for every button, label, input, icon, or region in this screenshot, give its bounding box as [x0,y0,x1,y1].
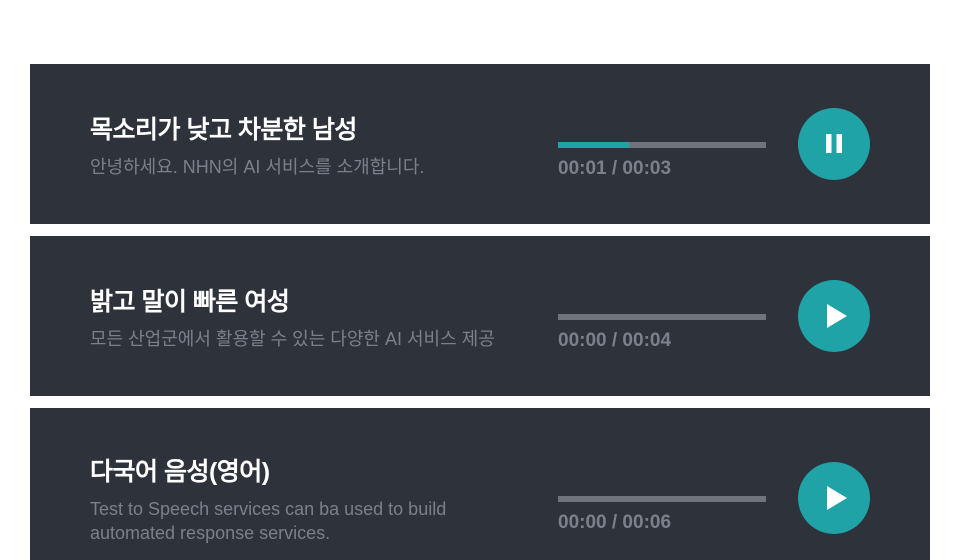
play-button[interactable] [798,462,870,534]
progress-track[interactable] [558,314,766,320]
voice-title: 목소리가 낮고 차분한 남성 [90,116,357,144]
pause-button[interactable] [798,108,870,180]
play-icon [827,304,847,328]
voice-card: 다국어 음성(영어) Test to Speech services can b… [30,408,930,560]
voice-sample-text: 모든 산업군에서 활용할 수 있는 다양한 AI 서비스 제공 [90,329,495,349]
voice-card: 목소리가 낮고 차분한 남성 안녕하세요. NHN의 AI 서비스를 소개합니다… [30,64,930,224]
progress-track[interactable] [558,142,766,148]
voice-card: 밝고 말이 빠른 여성 모든 산업군에서 활용할 수 있는 다양한 AI 서비스… [30,236,930,396]
pause-icon [826,134,842,153]
time-readout: 00:01 / 00:03 [558,158,672,179]
progress-fill [558,142,629,148]
play-button[interactable] [798,280,870,352]
play-icon [827,486,847,510]
voice-sample-text: 안녕하세요. NHN의 AI 서비스를 소개합니다. [90,157,425,177]
time-readout: 00:00 / 00:06 [558,512,672,533]
voice-sample-text: Test to Speech services can ba used to b… [90,499,447,543]
progress-track[interactable] [558,496,766,502]
voice-sample-list: 목소리가 낮고 차분한 남성 안녕하세요. NHN의 AI 서비스를 소개합니다… [30,64,930,560]
time-readout: 00:00 / 00:04 [558,330,672,351]
voice-title: 밝고 말이 빠른 여성 [90,288,290,316]
voice-title: 다국어 음성(영어) [90,458,270,486]
